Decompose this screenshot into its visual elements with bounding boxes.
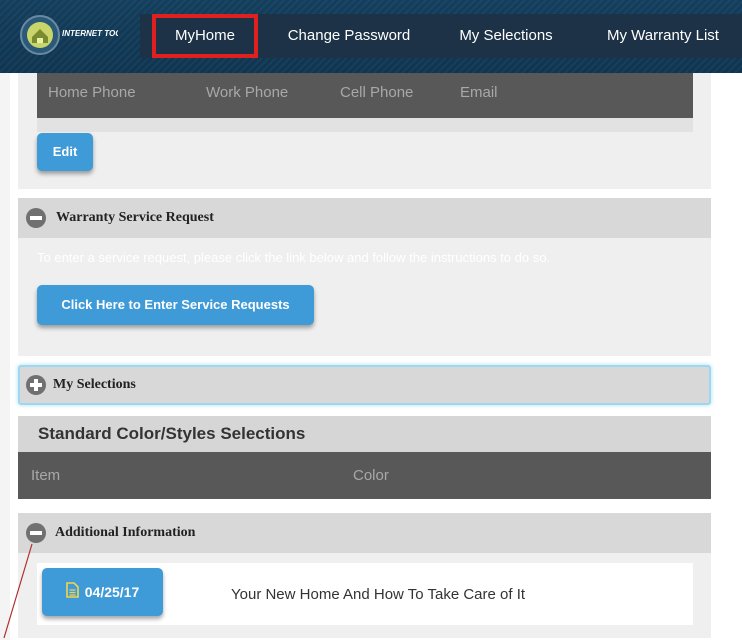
nav-change-password[interactable]: Change Password xyxy=(270,14,428,58)
cell-phone-header: Cell Phone xyxy=(340,84,414,101)
standard-selections-title: Standard Color/Styles Selections xyxy=(38,424,306,443)
nav-my-warranty-list[interactable]: My Warranty List xyxy=(588,14,738,58)
edit-button[interactable]: Edit xyxy=(37,133,93,171)
item-column-header: Item xyxy=(31,467,61,484)
color-column-header: Color xyxy=(353,467,389,484)
nav-my-selections[interactable]: My Selections xyxy=(442,14,570,58)
toolkit-logo[interactable]: INTERNET TOOLKIT xyxy=(18,12,118,58)
enter-service-request-button[interactable]: Click Here to Enter Service Requests xyxy=(37,285,314,325)
email-header: Email xyxy=(460,84,498,101)
document-date-button[interactable]: 04/25/17 xyxy=(42,568,163,616)
additional-section-title: Additional Information xyxy=(55,525,196,540)
selections-section-title: My Selections xyxy=(53,377,136,392)
home-phone-header: Home Phone xyxy=(48,84,136,101)
contact-row xyxy=(37,118,693,132)
document-title[interactable]: Your New Home And How To Take Care of It xyxy=(231,586,525,603)
warranty-section-title: Warranty Service Request xyxy=(56,210,214,225)
pointer-line xyxy=(3,543,33,639)
expand-plus-icon[interactable] xyxy=(26,375,46,395)
document-date: 04/25/17 xyxy=(84,584,140,600)
logo-text: INTERNET TOOLKIT xyxy=(62,29,118,38)
document-icon xyxy=(65,569,79,617)
collapse-minus-icon[interactable] xyxy=(26,208,46,228)
work-phone-header: Work Phone xyxy=(206,84,289,101)
nav-myhome[interactable]: MyHome xyxy=(152,14,258,58)
warranty-instructions: To enter a service request, please click… xyxy=(37,250,551,265)
